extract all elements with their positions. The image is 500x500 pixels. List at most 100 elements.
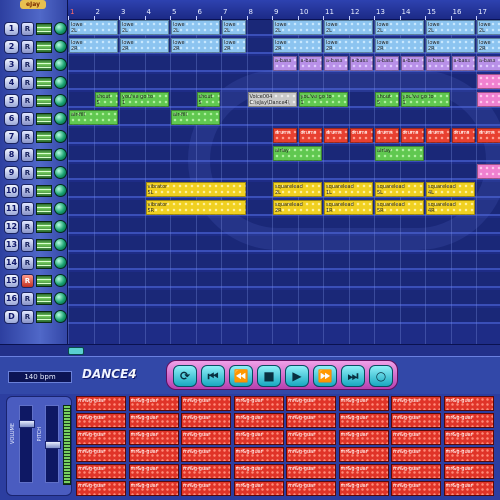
sample-clip[interactable]: lowe 2L — [222, 20, 246, 35]
pitch-slider-knob[interactable] — [45, 441, 61, 449]
sample-pad[interactable]: mr&g-guar — [391, 396, 441, 411]
track-pan-knob[interactable] — [54, 202, 67, 215]
record-track-button[interactable]: R — [21, 148, 34, 162]
record-track-button[interactable]: R — [21, 256, 34, 270]
sample-clip[interactable]: squarelead 4R — [426, 200, 475, 215]
track-volume-fader[interactable] — [36, 203, 52, 215]
sample-clip[interactable]: squarelead 4L — [426, 182, 475, 197]
sample-clip[interactable]: squarelead 5R — [375, 200, 424, 215]
sample-pad[interactable]: mr&g-guar — [391, 430, 441, 445]
track-pan-knob[interactable] — [54, 94, 67, 107]
sample-clip[interactable]: squarelead 5L — [375, 182, 424, 197]
track-pan-knob[interactable] — [54, 256, 67, 269]
record-track-button[interactable]: R — [21, 292, 34, 306]
sample-pad[interactable]: mr&g-guar — [128, 464, 179, 479]
sample-clip[interactable]: a-bass — [400, 56, 424, 71]
sample-clip[interactable]: squarelead 2L — [273, 182, 322, 197]
track-volume-fader[interactable] — [36, 293, 52, 305]
sample-pad[interactable]: mr&g-guar — [443, 464, 494, 479]
sample-clip[interactable]: drums — [451, 128, 475, 143]
track-volume-fader[interactable] — [36, 275, 52, 287]
record-track-button[interactable]: R — [21, 202, 34, 216]
arrangement-timeline[interactable]: 1 2 3 4 5 6 7 8 9 10 11 12 13 14 15 16 17 lowe 2L lowe 2L lo… — [68, 0, 500, 344]
sample-pad[interactable]: mr&g-guar — [286, 447, 336, 462]
sample-clip[interactable]: a-bass — [375, 56, 399, 71]
track-pan-knob[interactable] — [54, 220, 67, 233]
track-number-button[interactable]: 4 — [4, 76, 19, 90]
sample-clip[interactable]: lowe 2R — [120, 38, 169, 53]
sample-pad[interactable]: mr&g-guar — [233, 396, 284, 411]
record-track-button[interactable]: R — [21, 40, 34, 54]
sample-pad[interactable]: mr&g-guar — [391, 447, 441, 462]
sample-pad[interactable]: mr&g-guar — [233, 481, 284, 496]
sample-pad[interactable]: mr&g-guar — [181, 430, 231, 445]
track-volume-fader[interactable] — [36, 23, 52, 35]
sample-clip[interactable]: vibrator 5R — [145, 200, 246, 215]
track-pan-knob[interactable] — [54, 76, 67, 89]
sample-pad[interactable]: mr&g-guar — [181, 413, 231, 428]
sample-clip[interactable]: drums — [375, 128, 399, 143]
sample-clip[interactable]: Voice004 C:\eJay\Dance4\ — [247, 92, 297, 107]
track-number-button[interactable]: 11 — [4, 202, 19, 216]
sample-clip[interactable]: air-fill — [69, 110, 118, 125]
sample-clip[interactable]: drums — [400, 128, 424, 143]
sample-clip[interactable]: lowe 2L — [477, 20, 500, 35]
track-number-button[interactable]: 2 — [4, 40, 19, 54]
track-lane[interactable] — [68, 272, 500, 288]
sample-pad[interactable]: mr&g-guar — [338, 413, 389, 428]
track-pan-knob[interactable] — [54, 292, 67, 305]
sample-clip[interactable]: shout 5 — [375, 92, 399, 107]
record-track-button[interactable]: R — [21, 58, 34, 72]
sample-pad[interactable]: mr&g-guar — [338, 464, 389, 479]
sample-clip[interactable]: shout 5 — [94, 92, 118, 107]
record-track-button[interactable]: R — [21, 112, 34, 126]
sample-pad[interactable]: mr&g-guar — [233, 413, 284, 428]
rewind-start-button[interactable]: ⏮ — [201, 365, 225, 387]
track-number-button[interactable]: 15 — [4, 274, 19, 288]
sample-clip[interactable]: a-bass — [298, 56, 322, 71]
loop-button[interactable]: ⟳ — [173, 365, 197, 387]
sample-clip[interactable]: vibrator 5L — [145, 182, 246, 197]
track-pan-knob[interactable] — [54, 166, 67, 179]
sample-pad[interactable]: mr&g-guar — [128, 481, 179, 496]
sample-pad[interactable]: mr&g-guar — [128, 413, 179, 428]
sample-clip[interactable]: a-bass — [324, 56, 348, 71]
track-volume-fader[interactable] — [36, 239, 52, 251]
sample-clip[interactable]: you've go to 1 — [120, 92, 169, 107]
track-lane[interactable] — [68, 290, 500, 306]
sample-clip[interactable]: lowe 2L — [324, 20, 373, 35]
track-number-button[interactable]: 16 — [4, 292, 19, 306]
sample-clip[interactable]: lowe 2R — [273, 38, 322, 53]
track-volume-fader[interactable] — [36, 257, 52, 269]
track-number-button[interactable]: 3 — [4, 58, 19, 72]
sample-clip[interactable]: squarelead 1R — [324, 200, 373, 215]
sample-clip[interactable]: lowe 2R — [324, 38, 373, 53]
track-number-button[interactable]: 5 — [4, 94, 19, 108]
track-number-button[interactable]: 14 — [4, 256, 19, 270]
track-volume-fader[interactable] — [36, 311, 52, 323]
track-number-button[interactable]: D — [4, 310, 19, 324]
pitch-slider[interactable] — [45, 405, 61, 483]
sample-clip[interactable]: lowe 2L — [375, 20, 424, 35]
record-track-button[interactable]: R — [21, 184, 34, 198]
sample-clip[interactable]: airlay — [375, 146, 424, 161]
track-pan-knob[interactable] — [54, 58, 67, 71]
sample-clip[interactable]: lowe 2L — [273, 20, 322, 35]
sample-pad[interactable]: mr&g-guar — [76, 481, 126, 496]
sample-clip[interactable]: lowe 2L — [120, 20, 169, 35]
stop-button[interactable]: ■ — [257, 365, 281, 387]
record-track-button[interactable]: R — [21, 94, 34, 108]
sample-clip[interactable]: lowe 2R — [171, 38, 220, 53]
sample-pad[interactable]: mr&g-guar — [338, 481, 389, 496]
track-number-button[interactable]: 7 — [4, 130, 19, 144]
horizontal-scrollbar[interactable] — [0, 344, 500, 356]
sample-clip[interactable]: air-fill — [171, 110, 220, 125]
sample-clip[interactable]: lowe 2R — [69, 38, 118, 53]
sample-pad[interactable]: mr&g-guar — [443, 413, 494, 428]
sample-pad[interactable]: mr&g-guar — [391, 464, 441, 479]
sample-pad[interactable]: mr&g-guar — [286, 481, 336, 496]
sample-clip[interactable]: drums — [273, 128, 297, 143]
sample-clip[interactable] — [477, 92, 500, 107]
sample-clip[interactable]: airlay — [273, 146, 322, 161]
record-track-button[interactable]: R — [21, 310, 34, 324]
